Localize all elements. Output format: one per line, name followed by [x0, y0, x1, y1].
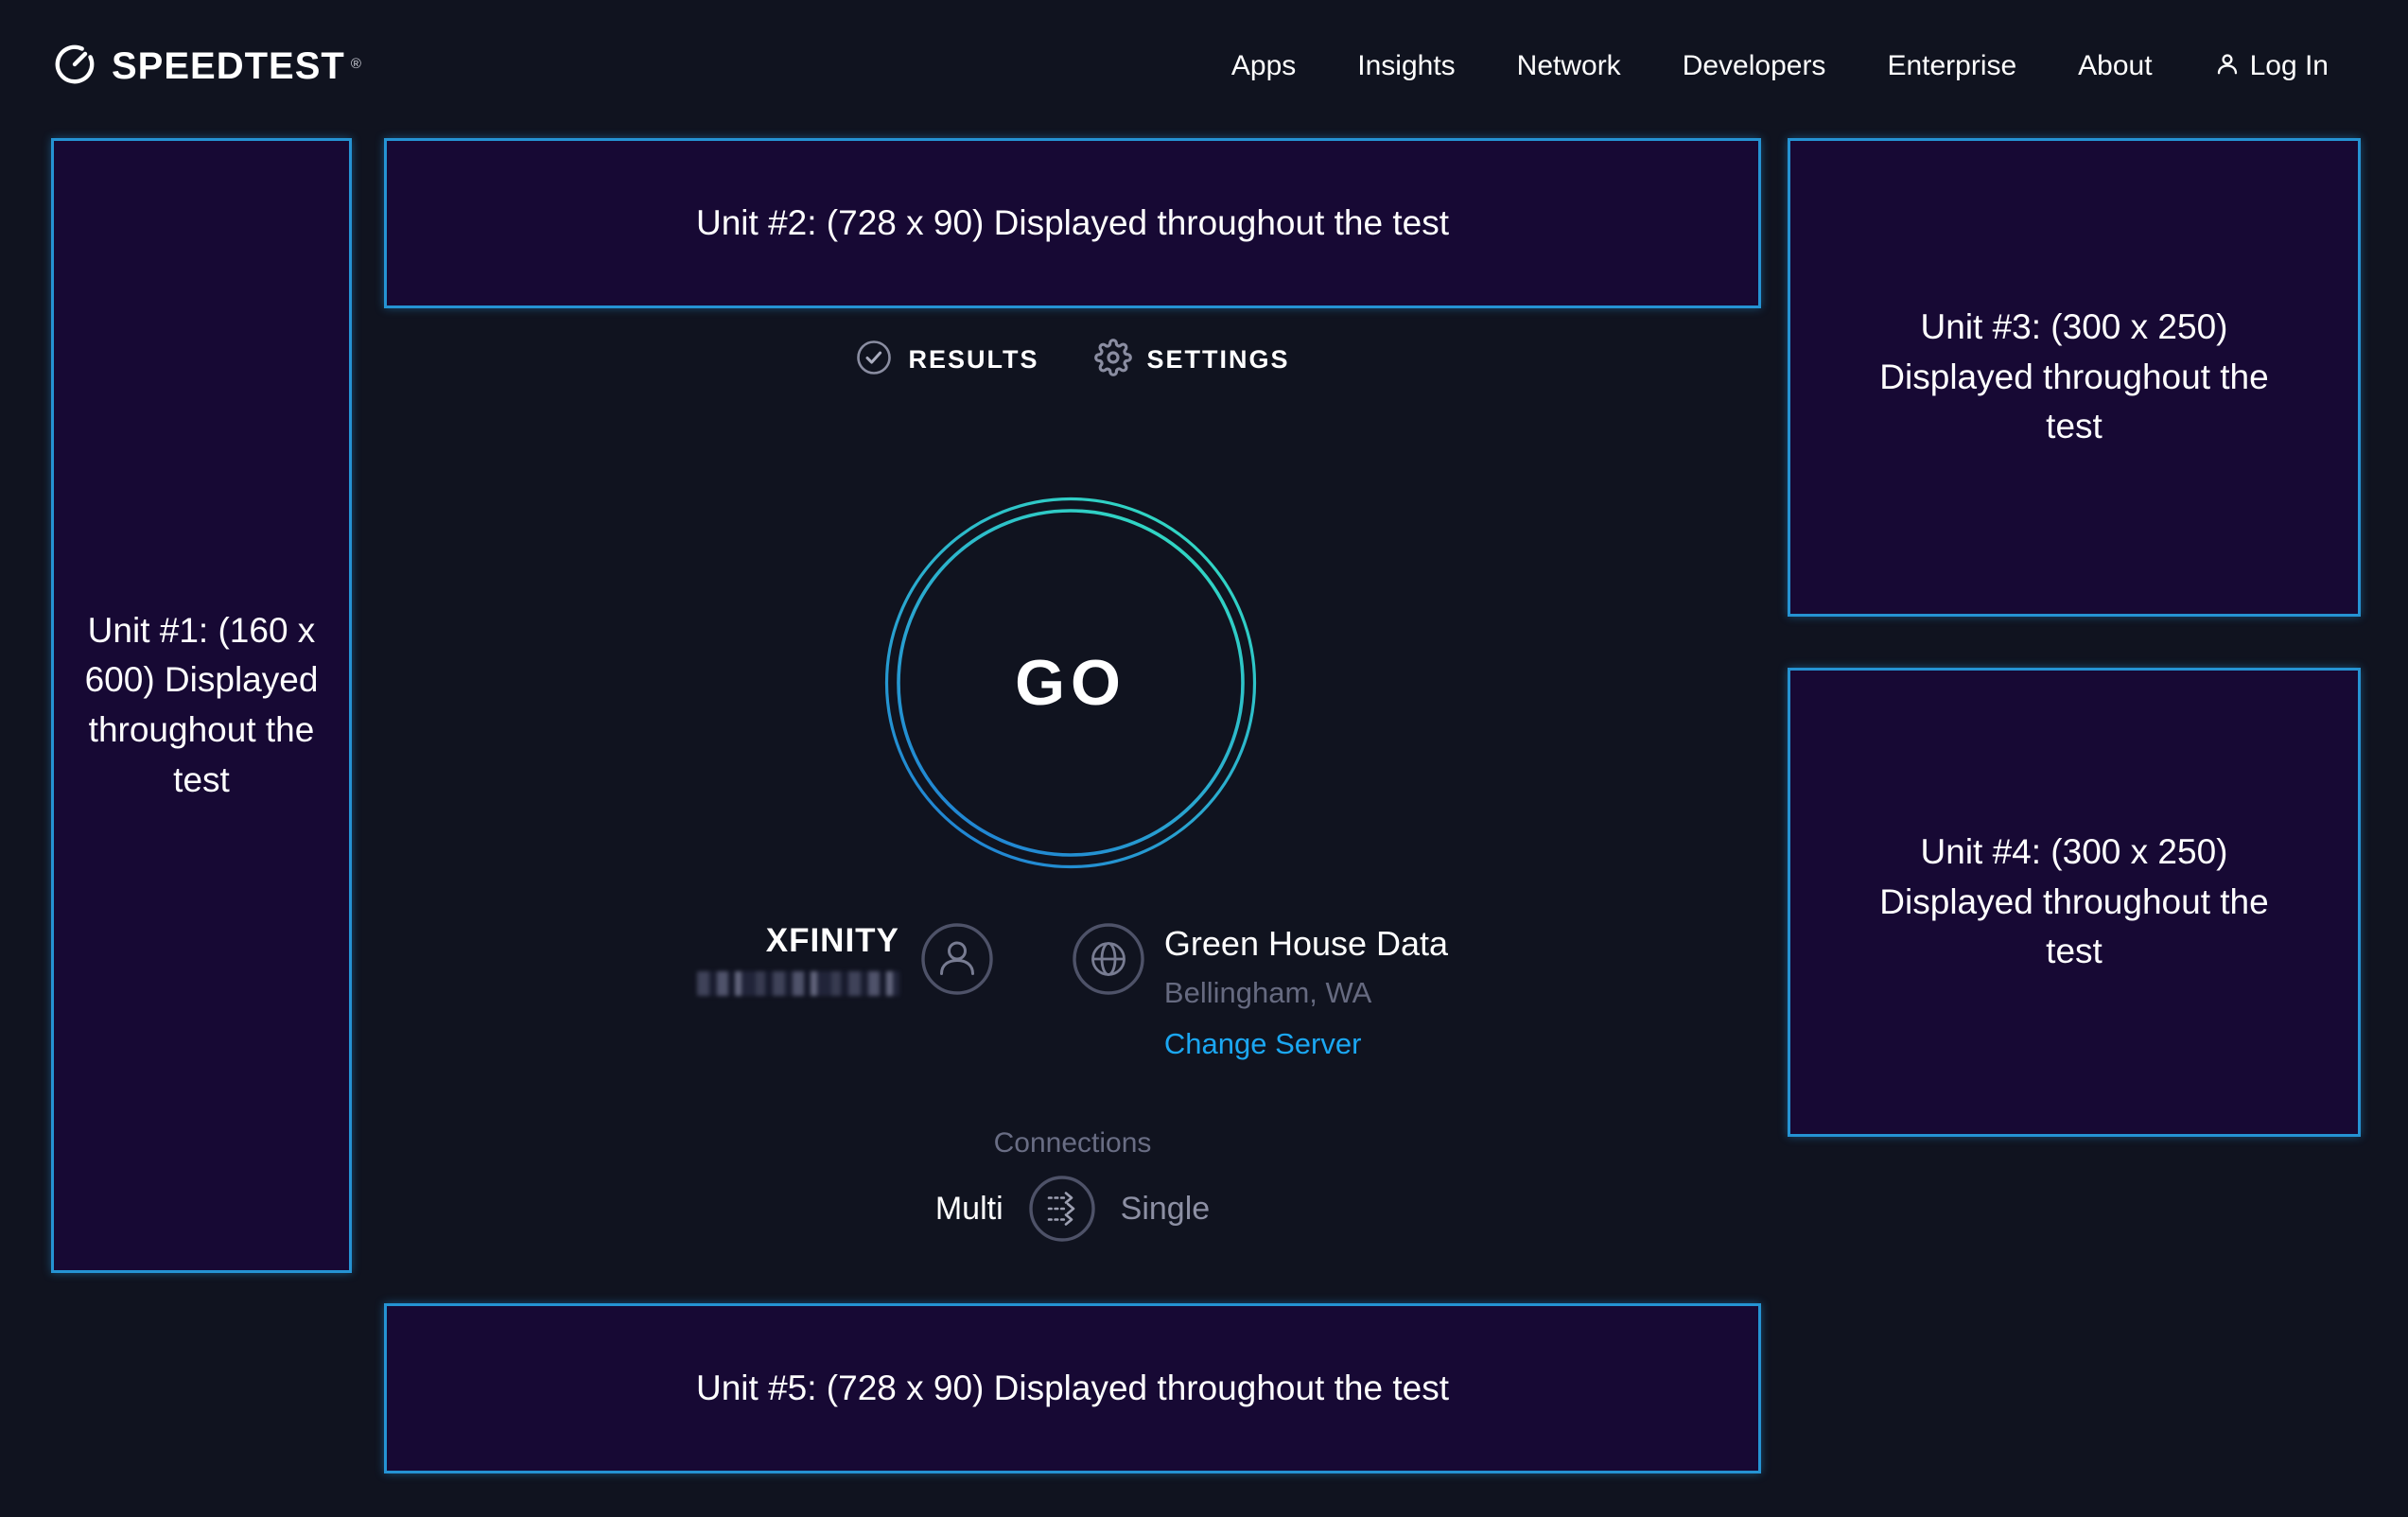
user-circle-icon — [920, 922, 994, 996]
nav-item-enterprise[interactable]: Enterprise — [1887, 50, 2016, 82]
nav-item-developers[interactable]: Developers — [1683, 50, 1826, 82]
main-nav: Apps Insights Network Developers Enterpr… — [1231, 50, 2329, 82]
ad-unit-2[interactable]: Unit #2: (728 x 90) Displayed throughout… — [384, 138, 1761, 308]
blurred-ip-address — [697, 971, 899, 996]
globe-circle-icon — [1072, 922, 1145, 996]
ad-unit-1[interactable]: Unit #1: (160 x 600) Displayed throughou… — [51, 138, 352, 1273]
gear-icon — [1094, 339, 1132, 381]
top-nav-bar: SPEEDTEST ® Apps Insights Network Develo… — [0, 0, 2408, 132]
go-button[interactable]: GO — [883, 496, 1258, 870]
ad-unit-4[interactable]: Unit #4: (300 x 250) Displayed throughou… — [1788, 668, 2361, 1137]
tab-settings[interactable]: SETTINGS — [1094, 339, 1290, 381]
nav-item-about[interactable]: About — [2078, 50, 2152, 82]
change-server-link[interactable]: Change Server — [1164, 1027, 1362, 1061]
view-tabs: RESULTS SETTINGS — [384, 339, 1761, 381]
isp-name: XFINITY — [766, 922, 899, 960]
connection-info-row: XFINITY Green Hous — [384, 922, 1761, 1061]
gauge-icon — [53, 43, 96, 91]
ad-unit-3[interactable]: Unit #3: (300 x 250) Displayed throughou… — [1788, 138, 2361, 617]
nav-item-apps[interactable]: Apps — [1231, 50, 1296, 82]
server-info: Green House Data Bellingham, WA Change S… — [1072, 922, 1448, 1061]
speedtest-logo[interactable]: SPEEDTEST ® — [53, 43, 361, 91]
login-label: Log In — [2250, 50, 2329, 82]
connections-multi-option[interactable]: Multi — [935, 1191, 1003, 1228]
ad-unit-3-text: Unit #3: (300 x 250) Displayed throughou… — [1871, 303, 2277, 452]
tab-settings-label: SETTINGS — [1147, 345, 1290, 375]
check-circle-icon — [855, 339, 893, 381]
connections-label: Connections — [384, 1127, 1761, 1160]
connections-panel: Connections Multi Single — [384, 1127, 1761, 1243]
ad-unit-5[interactable]: Unit #5: (728 x 90) Displayed throughout… — [384, 1303, 1761, 1473]
tab-results-label: RESULTS — [908, 345, 1038, 375]
connections-single-option[interactable]: Single — [1121, 1191, 1211, 1228]
isp-info: XFINITY — [697, 922, 994, 996]
server-location: Bellingham, WA — [1164, 976, 1371, 1010]
ad-unit-2-text: Unit #2: (728 x 90) Displayed throughout… — [696, 199, 1449, 249]
go-label: GO — [883, 496, 1258, 870]
server-name: Green House Data — [1164, 924, 1448, 964]
nav-item-network[interactable]: Network — [1517, 50, 1621, 82]
multi-arrows-circle-icon[interactable] — [1028, 1175, 1096, 1243]
ad-unit-4-text: Unit #4: (300 x 250) Displayed throughou… — [1871, 828, 2277, 977]
ad-unit-5-text: Unit #5: (728 x 90) Displayed throughout… — [696, 1364, 1449, 1414]
trademark-mark: ® — [351, 56, 361, 72]
speedtest-page: SPEEDTEST ® Apps Insights Network Develo… — [0, 0, 2408, 1517]
tab-results[interactable]: RESULTS — [855, 339, 1038, 381]
nav-item-insights[interactable]: Insights — [1357, 50, 1455, 82]
person-icon — [2214, 51, 2241, 82]
logo-text: SPEEDTEST — [112, 45, 345, 88]
ad-unit-1-text: Unit #1: (160 x 600) Displayed throughou… — [67, 606, 336, 805]
login-button[interactable]: Log In — [2214, 50, 2329, 82]
